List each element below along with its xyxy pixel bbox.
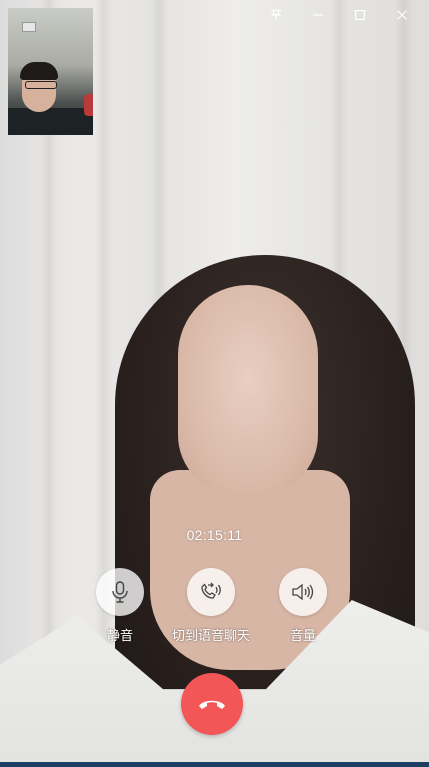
wall-socket: [22, 22, 36, 32]
close-icon: [397, 10, 407, 20]
phone-hangup-icon: [199, 700, 225, 709]
mute-control: 静音: [75, 568, 165, 644]
volume-control: 音量: [258, 568, 348, 644]
switch-voice-button[interactable]: [187, 568, 235, 616]
local-background-object: [84, 94, 93, 116]
minimize-icon: [313, 14, 323, 16]
close-button[interactable]: [381, 4, 423, 26]
window-bottom-edge: [0, 762, 429, 767]
local-person-body: [8, 108, 93, 135]
phone-forward-icon: [201, 582, 221, 599]
mute-button[interactable]: [96, 568, 144, 616]
speaker-icon: [292, 583, 314, 601]
volume-label: 音量: [289, 628, 316, 643]
local-person-hair: [20, 62, 58, 80]
mute-label: 静音: [106, 628, 133, 643]
volume-button[interactable]: [279, 568, 327, 616]
minimize-button[interactable]: [297, 4, 339, 26]
switch-voice-control: 切到语音聊天: [166, 568, 256, 644]
remote-person-face: [178, 285, 318, 495]
pin-icon: [271, 9, 281, 20]
local-person-glasses: [25, 81, 57, 89]
hangup-button[interactable]: [181, 673, 243, 735]
pin-button[interactable]: [255, 4, 297, 26]
call-timer: 02:15:11: [186, 527, 243, 543]
maximize-button[interactable]: [339, 4, 381, 26]
switch-voice-label: 切到语音聊天: [171, 628, 250, 643]
local-video-preview[interactable]: [8, 8, 93, 135]
maximize-icon: [355, 10, 365, 20]
microphone-icon: [112, 581, 128, 603]
window-controls: [255, 4, 423, 26]
